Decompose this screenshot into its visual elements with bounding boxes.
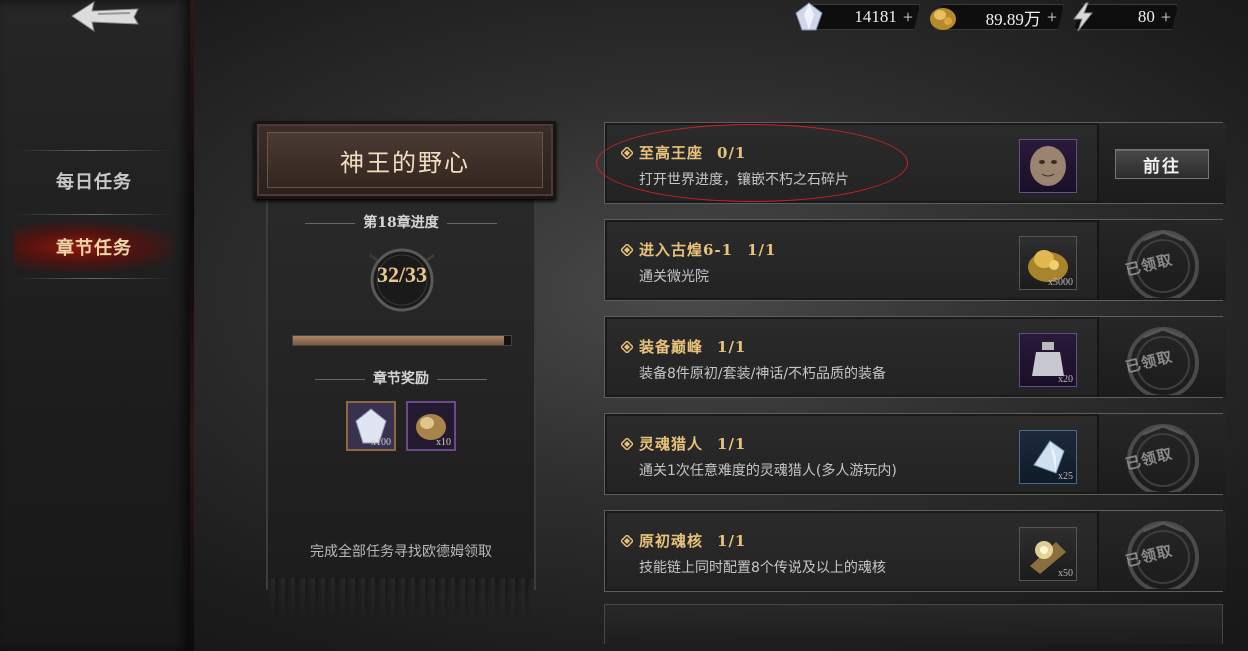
add-icon[interactable]: + — [903, 7, 913, 28]
task-name: 灵魂猎人 — [639, 435, 704, 453]
task-reward-slot[interactable]: x5000 — [1019, 236, 1077, 290]
task-reward-slot[interactable] — [1019, 139, 1077, 193]
task-title: 原初魂核 1/1 — [621, 530, 746, 551]
task-desc: 通关1次任意难度的灵魂猎人(多人游玩内) — [639, 463, 897, 479]
task-action-area: 前往 — [1097, 123, 1226, 203]
reward-slot-gold[interactable]: x10 — [406, 401, 456, 451]
task-name: 进入古煌6-1 — [639, 241, 734, 259]
task-reward-slot[interactable]: x25 — [1019, 430, 1077, 484]
crystal-icon — [795, 2, 823, 31]
add-icon[interactable]: + — [1161, 7, 1171, 28]
nav-item-chapter-tasks[interactable]: 章节任务 — [14, 222, 174, 272]
task-progress: 1/1 — [717, 531, 747, 550]
chapter-progress-fill — [293, 336, 505, 345]
task-title: 灵魂猎人 1/1 — [621, 433, 746, 454]
task-progress: 1/1 — [717, 337, 747, 356]
reward-qty: x10 — [436, 437, 451, 448]
item-qty: x50 — [1058, 568, 1073, 579]
sidebar: 每日任务 章节任务 — [0, 0, 194, 651]
task-title: 至高王座 0/1 — [621, 142, 746, 163]
task-title: 进入古煌6-1 1/1 — [621, 239, 776, 260]
task-name: 原初魂核 — [639, 532, 704, 550]
go-button[interactable]: 前往 — [1115, 149, 1209, 179]
task-desc: 装备8件原初/套装/神话/不朽品质的装备 — [639, 366, 887, 382]
task-progress: 0/1 — [717, 143, 747, 162]
nav-divider — [14, 214, 174, 215]
energy-icon — [1073, 2, 1094, 32]
task-row: 装备巅峰 1/1 装备8件原初/套装/神话/不朽品质的装备 x20 已领取 — [604, 316, 1226, 398]
chapter-progress-value: 32/33 — [376, 262, 428, 287]
chapter-title: 神王的野心 — [267, 132, 543, 188]
task-action-area: 已领取 — [1097, 414, 1226, 494]
task-row: 进入古煌6-1 1/1 通关微光院 x5000 已领取 — [604, 219, 1226, 301]
back-arrow-icon[interactable] — [68, 0, 142, 34]
task-progress: 1/1 — [717, 434, 747, 453]
chapter-progress-label: 第18章进度 — [266, 212, 536, 232]
nav-item-daily-tasks[interactable]: 每日任务 — [14, 156, 174, 206]
task-row: 灵魂猎人 1/1 通关1次任意难度的灵魂猎人(多人游玩内) x25 已领取 — [604, 413, 1226, 495]
task-row-partial — [604, 604, 1223, 644]
currency-energy[interactable]: 80 + — [1073, 2, 1178, 32]
task-name: 装备巅峰 — [639, 338, 704, 356]
task-action-area: 已领取 — [1097, 220, 1226, 300]
nav-divider — [14, 278, 174, 279]
task-title: 装备巅峰 1/1 — [621, 336, 746, 357]
diamond-icon — [621, 340, 633, 353]
task-row: 至高王座 0/1 打开世界进度，镶嵌不朽之石碎片 前往 — [604, 122, 1226, 204]
task-action-area: 已领取 — [1097, 317, 1226, 397]
diamond-icon — [621, 437, 633, 450]
currency-value: 14181 — [854, 7, 897, 26]
reward-slot-crystal[interactable]: x100 — [346, 401, 396, 451]
diamond-icon — [621, 243, 633, 256]
task-progress: 1/1 — [747, 240, 777, 259]
task-row: 原初魂核 1/1 技能链上同时配置8个传说及以上的魂核 x50 已领取 — [604, 510, 1226, 592]
chapter-title-board: 神王的野心 — [254, 121, 556, 199]
diamond-icon — [621, 146, 633, 159]
currency-crystal[interactable]: 14181 + — [795, 2, 920, 31]
item-qty: x25 — [1058, 471, 1073, 482]
add-icon[interactable]: + — [1047, 7, 1057, 28]
task-name: 至高王座 — [639, 144, 704, 162]
task-action-area: 已领取 — [1097, 511, 1226, 591]
currency-value: 89.89万 — [985, 9, 1041, 29]
task-reward-slot[interactable]: x20 — [1019, 333, 1077, 387]
gold-icon — [930, 8, 956, 30]
task-desc: 技能链上同时配置8个传说及以上的魂核 — [639, 560, 886, 576]
face-relic-icon — [1030, 146, 1066, 186]
diamond-icon — [621, 534, 633, 547]
currency-value: 80 — [1137, 7, 1155, 26]
item-qty: x20 — [1058, 374, 1073, 385]
chapter-progress-bar — [292, 335, 512, 346]
task-desc: 打开世界进度，镶嵌不朽之石碎片 — [639, 172, 849, 188]
reward-qty: x100 — [371, 437, 391, 448]
currency-gold[interactable]: 89.89万 + — [930, 4, 1064, 30]
nav-divider — [14, 150, 174, 151]
item-qty: x5000 — [1048, 277, 1073, 288]
chapter-footer-note: 完成全部任务寻找欧德姆领取 — [310, 544, 492, 560]
task-desc: 通关微光院 — [639, 269, 709, 285]
chapter-reward-label: 章节奖励 — [266, 368, 536, 388]
task-reward-slot[interactable]: x50 — [1019, 527, 1077, 581]
